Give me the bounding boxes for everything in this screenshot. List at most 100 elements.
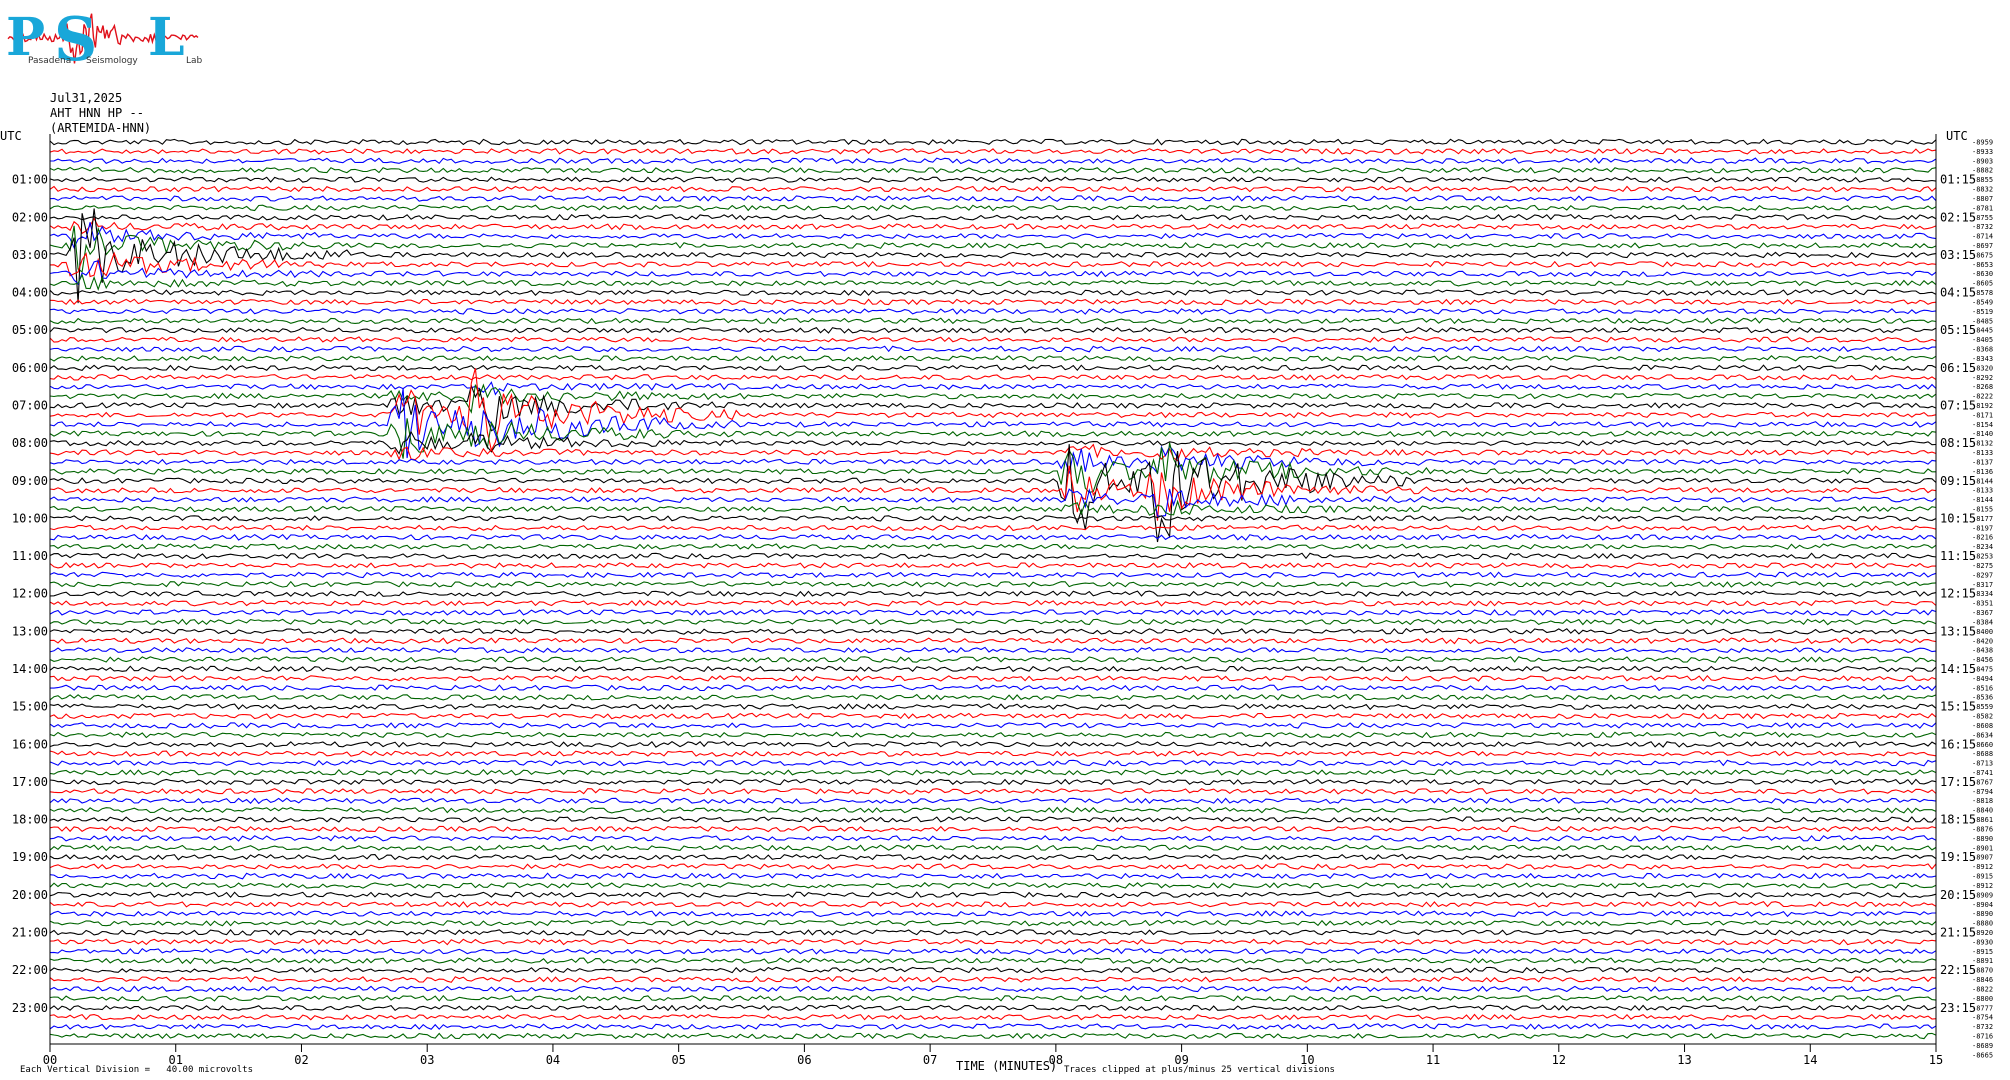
trace-line (49, 947, 1937, 955)
trace-offset-label: -8144 (1972, 496, 1993, 504)
trace-offset-label: -8907 (1972, 854, 1993, 862)
trace-offset-label: -8154 (1972, 421, 1993, 429)
trace-line (49, 674, 1937, 682)
hour-label-right: 23:15 (1940, 1001, 1976, 1015)
hour-label-right: 16:15 (1940, 737, 1976, 751)
trace-line (49, 590, 1937, 598)
trace-line (49, 882, 1937, 889)
trace-offset-label: -8334 (1972, 590, 1993, 598)
trace-offset-label: -8216 (1972, 534, 1993, 542)
trace-line (49, 844, 1937, 852)
trace-offset-label: -8807 (1972, 195, 1993, 203)
trace-line (49, 533, 1937, 541)
trace-offset-label: -8688 (1972, 750, 1993, 758)
trace-line (49, 204, 1937, 212)
trace-line (49, 816, 1937, 823)
trace-line (49, 488, 1937, 517)
trace-offset-label: -8697 (1972, 242, 1993, 250)
trace-offset-label: -8653 (1972, 261, 1993, 269)
trace-line (49, 759, 1937, 767)
trace-offset-label: -8608 (1972, 722, 1993, 730)
trace-line (49, 722, 1937, 729)
trace-line (49, 872, 1937, 880)
hour-label-left: 10:00 (12, 511, 48, 525)
trace-offset-label: -8903 (1972, 157, 1993, 165)
trace-offset-label: -8343 (1972, 355, 1993, 363)
trace-offset-label: -8559 (1972, 703, 1993, 711)
trace-line (49, 260, 1937, 286)
trace-line (49, 778, 1937, 786)
trace-offset-label: -8876 (1972, 825, 1993, 833)
trace-offset-label: -8861 (1972, 816, 1993, 824)
trace-offset-label: -8882 (1972, 167, 1993, 175)
x-tick-label: 11 (1426, 1053, 1440, 1067)
x-tick-label: 13 (1677, 1053, 1691, 1067)
trace-line (49, 768, 1937, 776)
hour-label-right: 11:15 (1940, 549, 1976, 563)
trace-line (49, 147, 1937, 155)
trace-offset-label: -8855 (1972, 176, 1993, 184)
trace-offset-label: -8133 (1972, 487, 1993, 495)
trace-line (49, 138, 1937, 146)
hour-label-right: 18:15 (1940, 813, 1976, 827)
trace-line (49, 966, 1937, 974)
vertical-division-note: Each Vertical Division = 40.00 microvolt… (20, 1065, 253, 1075)
trace-offset-label: -8800 (1972, 995, 1993, 1003)
seismogram-page: P S L Pasadena Seismology Lab Jul31,2025… (0, 0, 2010, 1080)
trace-offset-label: -8140 (1972, 430, 1993, 438)
trace-offset-label: -8890 (1972, 835, 1993, 843)
trace-offset-label: -8634 (1972, 731, 1993, 739)
x-tick-label: 03 (420, 1053, 434, 1067)
trace-line (49, 656, 1937, 663)
trace-offset-label: -8253 (1972, 553, 1993, 561)
trace-offset-label: -8494 (1972, 675, 1993, 683)
trace-line (49, 374, 1937, 381)
trace-offset-label: -8582 (1972, 713, 1993, 721)
trace-offset-label: -8959 (1972, 139, 1993, 147)
x-tick-label: 07 (923, 1053, 937, 1067)
trace-offset-label: -8822 (1972, 985, 1993, 993)
hour-label-right: 06:15 (1940, 361, 1976, 375)
trace-line (49, 383, 1937, 414)
trace-line (49, 929, 1937, 936)
trace-offset-label: -8732 (1972, 223, 1993, 231)
trace-offset-label: -8689 (1972, 1042, 1993, 1050)
trace-offset-label: -8912 (1972, 863, 1993, 871)
hour-label-right: 20:15 (1940, 888, 1976, 902)
hour-label-right: 09:15 (1940, 474, 1976, 488)
trace-line (49, 646, 1937, 654)
trace-offset-label: -8754 (1972, 1014, 1993, 1022)
trace-offset-label: -8915 (1972, 948, 1993, 956)
x-tick-label: 02 (294, 1053, 308, 1067)
trace-offset-label: -8578 (1972, 289, 1993, 297)
trace-line (49, 217, 1937, 235)
clip-note: Traces clipped at plus/minus 25 vertical… (1064, 1065, 1335, 1075)
trace-line (49, 994, 1937, 1002)
trace-offset-label: -8136 (1972, 468, 1993, 476)
trace-offset-label: -8400 (1972, 628, 1993, 636)
trace-line (49, 225, 1937, 273)
trace-offset-label: -8351 (1972, 600, 1993, 608)
trace-offset-label: -8665 (1972, 1051, 1993, 1059)
trace-line (49, 627, 1937, 635)
hour-label-right: 22:15 (1940, 963, 1976, 977)
trace-offset-label: -8909 (1972, 891, 1993, 899)
trace-line (49, 919, 1937, 927)
trace-line (49, 853, 1937, 861)
trace-offset-label: -8904 (1972, 901, 1993, 909)
hour-label-left: 13:00 (12, 624, 48, 638)
trace-line (49, 336, 1937, 343)
trace-line (49, 543, 1937, 550)
trace-line (49, 665, 1937, 673)
trace-line (49, 599, 1937, 607)
trace-line (49, 938, 1937, 946)
hour-label-left: 06:00 (12, 361, 48, 375)
trace-line (49, 273, 1937, 291)
hour-label-left: 01:00 (12, 173, 48, 187)
hour-label-left: 15:00 (12, 700, 48, 714)
hour-label-left: 19:00 (12, 850, 48, 864)
hour-label-left: 05:00 (12, 323, 48, 337)
trace-offset-label: -8716 (1972, 1033, 1993, 1041)
trace-line (49, 355, 1937, 362)
hour-label-right: 10:15 (1940, 511, 1976, 525)
